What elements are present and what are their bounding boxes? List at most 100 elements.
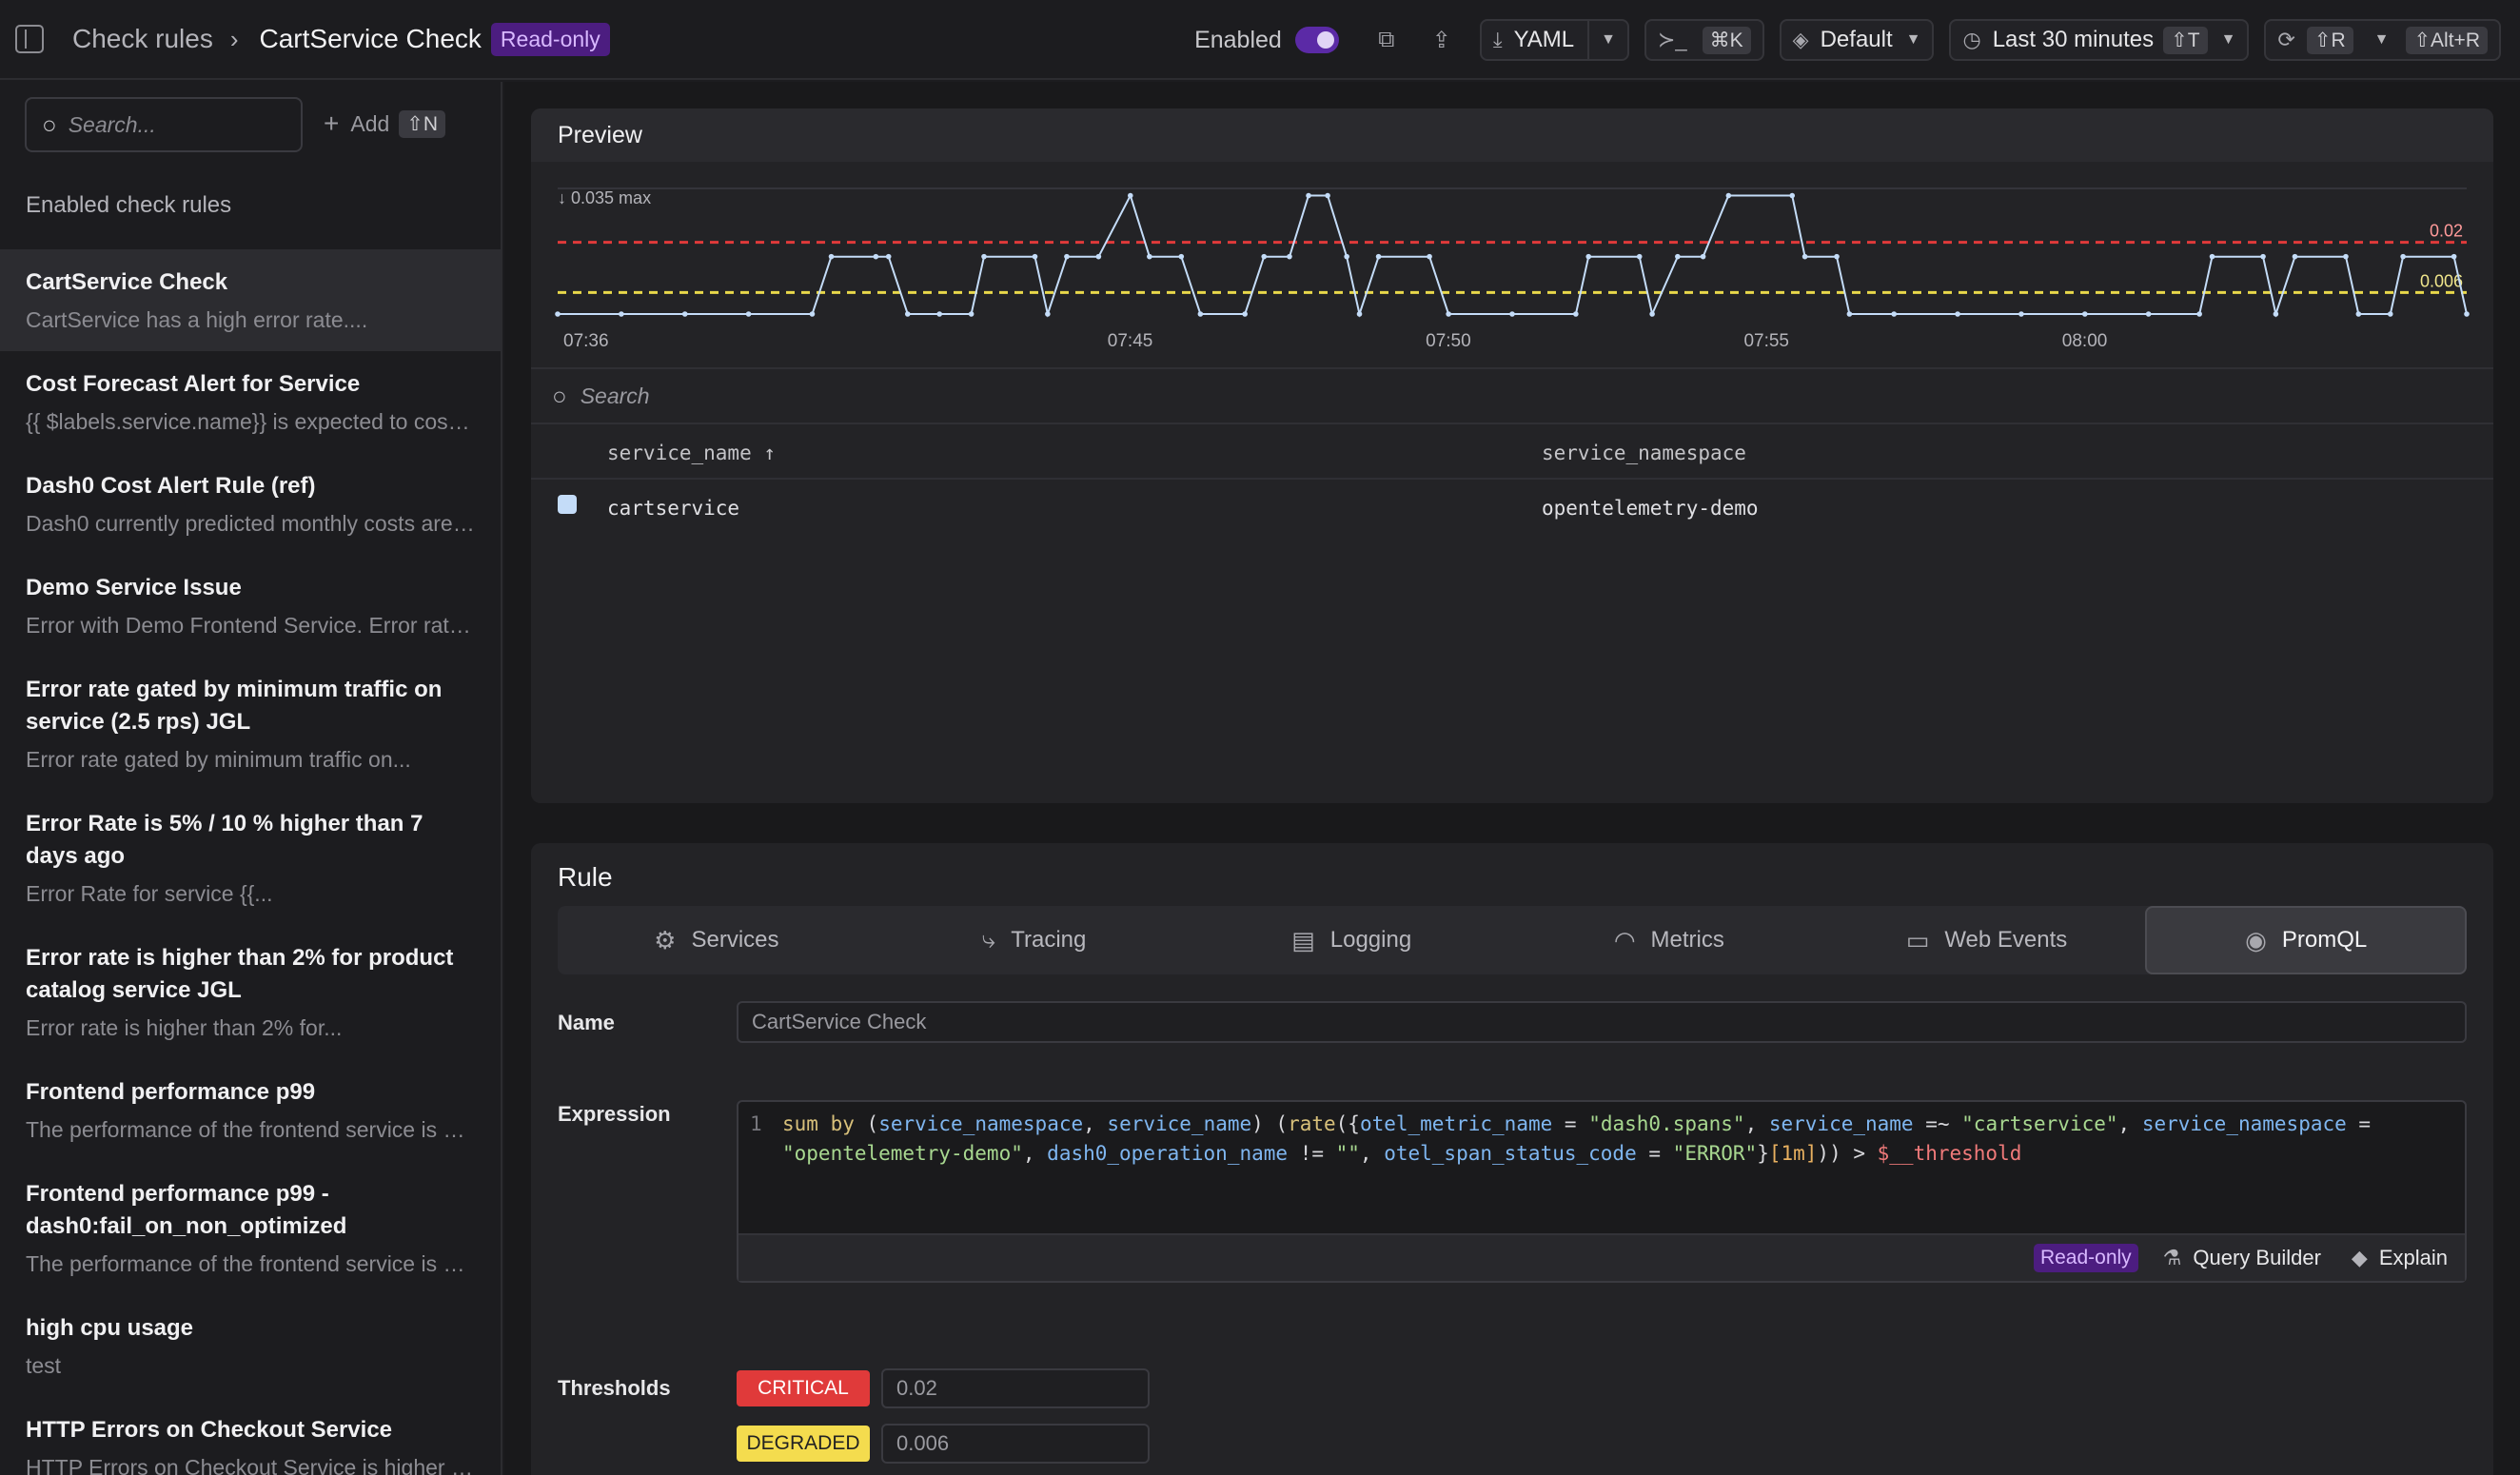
add-rule-button[interactable]: + Add ⇧N xyxy=(324,108,446,139)
sidebar-rule-item[interactable]: Frontend performance p99 - dash0:fail_on… xyxy=(0,1161,501,1295)
data-point[interactable] xyxy=(1789,192,1796,199)
data-point[interactable] xyxy=(1955,311,1960,317)
sidebar-rule-item[interactable]: Cost Forecast Alert for Service {{ $label… xyxy=(0,351,501,453)
tab-promql[interactable]: ◉ PromQL xyxy=(2145,906,2468,974)
data-point[interactable] xyxy=(809,311,816,317)
data-point[interactable] xyxy=(1261,253,1268,260)
critical-threshold-input[interactable] xyxy=(881,1368,1150,1408)
data-point[interactable] xyxy=(2451,253,2457,260)
sidebar-search[interactable]: ○ xyxy=(25,97,303,152)
data-point[interactable] xyxy=(968,311,975,317)
sidebar-toggle-icon[interactable] xyxy=(15,25,44,53)
data-point[interactable] xyxy=(1649,311,1655,317)
data-point[interactable] xyxy=(2343,253,2349,260)
sidebar-rule-item[interactable]: HTTP Errors on Checkout Service HTTP Erro… xyxy=(0,1397,501,1475)
sidebar-rule-item[interactable]: Demo Service Issue Error with Demo Fronte… xyxy=(0,555,501,657)
data-point[interactable] xyxy=(2145,311,2152,317)
refresh-button[interactable]: ⟳ ⇧R ▼ ⇧Alt+R xyxy=(2264,19,2501,61)
data-point[interactable] xyxy=(1128,192,1133,199)
data-point[interactable] xyxy=(2260,253,2266,260)
data-point[interactable] xyxy=(873,253,879,260)
data-point[interactable] xyxy=(1147,253,1152,260)
sidebar-rule-item[interactable]: Error Rate is 5% / 10 % higher than 7 da… xyxy=(0,791,501,925)
data-point[interactable] xyxy=(2292,253,2298,260)
preview-search-input[interactable] xyxy=(580,383,1152,409)
data-point[interactable] xyxy=(1891,311,1897,317)
data-point[interactable] xyxy=(1095,253,1102,260)
data-point[interactable] xyxy=(2273,311,2279,317)
data-point[interactable] xyxy=(745,311,752,317)
duplicate-icon[interactable]: ⧉ xyxy=(1369,23,1404,57)
data-point[interactable] xyxy=(1427,253,1432,260)
preview-search[interactable]: ○ xyxy=(531,367,2493,424)
data-point[interactable] xyxy=(885,253,892,260)
data-point[interactable] xyxy=(1064,253,1070,260)
data-point[interactable] xyxy=(619,311,624,317)
data-point[interactable] xyxy=(1344,253,1349,260)
sidebar-rule-item[interactable]: Error rate gated by minimum traffic on s… xyxy=(0,657,501,791)
name-field[interactable] xyxy=(737,1001,2467,1043)
data-point[interactable] xyxy=(1375,253,1382,260)
tab-metrics[interactable]: ◠ Metrics xyxy=(1510,906,1828,974)
data-point[interactable] xyxy=(936,311,942,317)
sidebar-rule-item[interactable]: Dash0 Cost Alert Rule (ref) Dash0 current… xyxy=(0,453,501,555)
sidebar-rule-item[interactable]: Error rate is higher than 2% for product… xyxy=(0,925,501,1059)
enabled-toggle[interactable] xyxy=(1294,27,1339,53)
data-point[interactable] xyxy=(1356,311,1363,317)
expression-editor[interactable]: 1 sum by (service_namespace, service_nam… xyxy=(737,1100,2467,1283)
tab-logging[interactable]: ▤ Logging xyxy=(1192,906,1510,974)
data-point[interactable] xyxy=(1834,253,1840,260)
explain-button[interactable]: ◆ Explain xyxy=(2352,1246,2448,1270)
data-point[interactable] xyxy=(681,311,688,317)
data-point[interactable] xyxy=(1446,311,1451,317)
data-point[interactable] xyxy=(1585,253,1592,260)
data-point[interactable] xyxy=(1197,311,1204,317)
data-point[interactable] xyxy=(2082,311,2088,317)
sidebar-rule-item[interactable]: Frontend performance p99 The performance … xyxy=(0,1059,501,1161)
data-point[interactable] xyxy=(1636,253,1643,260)
data-point[interactable] xyxy=(1846,311,1853,317)
data-point[interactable] xyxy=(1306,192,1311,199)
data-point[interactable] xyxy=(2464,311,2470,317)
data-point[interactable] xyxy=(2018,311,2024,317)
data-point[interactable] xyxy=(555,311,561,317)
data-point[interactable] xyxy=(981,253,987,260)
tab-web-events[interactable]: ▭ Web Events xyxy=(1828,906,2146,974)
data-point[interactable] xyxy=(2196,311,2202,317)
data-point[interactable] xyxy=(1573,311,1579,317)
command-palette-button[interactable]: ≻_ ⌘K xyxy=(1644,19,1764,61)
data-point[interactable] xyxy=(1509,311,1515,317)
chevron-down-icon[interactable]: ▼ xyxy=(2374,31,2390,49)
query-builder-button[interactable]: ⚗ Query Builder xyxy=(2163,1246,2321,1270)
column-header-service-name[interactable]: service_name ↑ xyxy=(607,442,776,464)
column-header-service-namespace[interactable]: service_namespace xyxy=(1542,442,1746,464)
data-point[interactable] xyxy=(904,311,911,317)
sidebar-rule-item[interactable]: CartService Check CartService has a high … xyxy=(0,249,501,351)
data-point[interactable] xyxy=(1725,192,1732,199)
data-point[interactable] xyxy=(1045,311,1051,317)
chevron-down-icon[interactable]: ▼ xyxy=(1601,31,1616,49)
tab-tracing[interactable]: ⤷ Tracing xyxy=(876,906,1193,974)
data-point[interactable] xyxy=(2355,311,2362,317)
data-point[interactable] xyxy=(2400,253,2406,260)
table-row[interactable]: cartservice opentelemetry-demo xyxy=(531,480,2493,531)
data-point[interactable] xyxy=(1801,253,1808,260)
data-point[interactable] xyxy=(1675,253,1681,260)
data-point[interactable] xyxy=(2209,253,2215,260)
sidebar-rule-item[interactable]: high cpu usage test xyxy=(0,1295,501,1397)
breadcrumb-root[interactable]: Check rules xyxy=(72,24,213,54)
data-point[interactable] xyxy=(2387,311,2393,317)
share-icon[interactable]: ⇪ xyxy=(1425,23,1459,57)
degraded-threshold-input[interactable] xyxy=(881,1424,1150,1464)
tab-services[interactable]: ⚙ Services xyxy=(558,906,876,974)
data-point[interactable] xyxy=(1032,253,1038,260)
data-point[interactable] xyxy=(1287,253,1292,260)
data-point[interactable] xyxy=(828,253,835,260)
data-point[interactable] xyxy=(1178,253,1185,260)
dataset-select[interactable]: ◈ Default ▼ xyxy=(1779,19,1935,61)
time-range-select[interactable]: ◷ Last 30 minutes ⇧T ▼ xyxy=(1949,19,2250,61)
data-point[interactable] xyxy=(1700,253,1706,260)
data-point[interactable] xyxy=(1325,192,1330,199)
series-color-swatch[interactable] xyxy=(558,495,577,514)
export-yaml-button[interactable]: ⤓ YAML ▼ xyxy=(1479,19,1629,61)
